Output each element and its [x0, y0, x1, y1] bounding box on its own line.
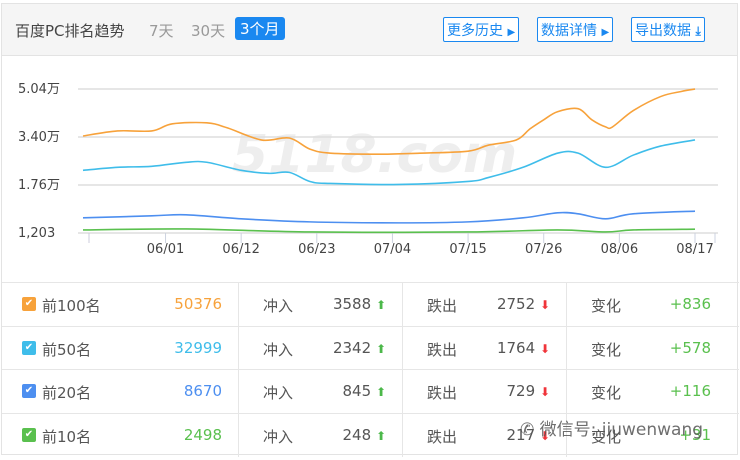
ranking-trend-panel: 百度PC排名趋势 7天 30天 3个月 更多历史 ▶ 数据详情 ▶ 导出数据 ⤓… — [1, 3, 739, 457]
change-cell: 变化 +578 — [567, 327, 739, 370]
arrow-up-icon: ⬆ — [375, 385, 386, 399]
series-checkbox[interactable]: ✔ — [22, 384, 36, 398]
series-line-前20名 — [82, 210, 696, 224]
x-tick-label: 07/04 — [374, 242, 411, 257]
in-value-wrap: 845 ⬆ — [343, 382, 386, 400]
in-value-wrap: 248 ⬆ — [343, 426, 386, 444]
panel-title: 百度PC排名趋势 — [15, 22, 125, 40]
x-tick-label: 08/06 — [601, 242, 638, 257]
range-3m[interactable]: 3个月 — [235, 17, 285, 40]
y-tick-label: 1,203 — [18, 226, 55, 241]
x-tick-label: 06/01 — [147, 242, 184, 257]
tier-label: 前50名 — [42, 340, 92, 359]
overlay-watermark: ✆ 微信号: jiuwenwang — [520, 415, 703, 440]
download-icon: ⤓ — [695, 24, 701, 38]
in-label: 冲入 — [263, 384, 294, 402]
data-details-label: 数据详情 — [541, 23, 597, 39]
overlay-watermark-text: 微信号: jiuwenwang — [539, 420, 704, 440]
tier-total: 50376 — [174, 295, 222, 313]
range-7d[interactable]: 7天 — [149, 20, 174, 41]
arrow-up-icon: ⬆ — [375, 341, 386, 356]
y-tick-label: 5.04万 — [18, 82, 60, 97]
stats-row: ✔ 前20名 8670 冲入 845 ⬆ 跌出 729 ⬇ 变化 +116 — [2, 369, 739, 413]
in-cell: 冲入 3588 ⬆ — [239, 283, 403, 326]
panel-header: 百度PC排名趋势 7天 30天 3个月 更多历史 ▶ 数据详情 ▶ 导出数据 ⤓ — [2, 4, 737, 56]
trend-chart: 5118.com 1,203 1.76万 3.40万 5.04万 06/01 06/12 0… — [18, 82, 718, 257]
arrow-up-icon: ⬆ — [375, 428, 386, 443]
in-cell: 冲入 2342 ⬆ — [239, 326, 403, 370]
out-label: 跌出 — [427, 297, 458, 315]
series-checkbox[interactable]: ✔ — [22, 427, 36, 442]
in-cell: 冲入 248 ⬆ — [239, 413, 403, 457]
change-value: +836 — [669, 295, 711, 313]
in-label: 冲入 — [263, 297, 294, 315]
out-label: 跌出 — [427, 340, 458, 359]
export-data-label: 导出数据 — [635, 23, 691, 39]
change-label: 变化 — [591, 384, 622, 402]
out-value: 1764 — [496, 338, 536, 357]
change-cell: 变化 +116 — [567, 370, 739, 413]
change-value: +578 — [669, 338, 711, 357]
tier-label: 前100名 — [42, 297, 101, 315]
change-cell: 变化 +836 — [567, 283, 739, 326]
in-label: 冲入 — [263, 340, 294, 359]
out-label: 跌出 — [427, 427, 458, 446]
wechat-icon: ✆ — [520, 420, 535, 440]
tier-label: 前20名 — [42, 384, 92, 402]
chart-watermark: 5118.com — [232, 125, 517, 185]
x-tick-label: 07/15 — [449, 242, 486, 257]
tier-cell: ✔ 前100名 50376 — [2, 283, 239, 326]
out-cell: 跌出 729 ⬇ — [403, 370, 567, 413]
change-value: +116 — [669, 382, 711, 400]
y-tick-label: 3.40万 — [18, 130, 60, 145]
range-30d[interactable]: 30天 — [191, 20, 225, 41]
out-value-wrap: 729 ⬇ — [507, 382, 550, 400]
in-label: 冲入 — [263, 427, 294, 446]
tier-cell: ✔ 前50名 32999 — [2, 326, 239, 370]
y-tick-label: 1.76万 — [18, 178, 60, 193]
arrow-down-icon: ⬇ — [539, 298, 550, 312]
out-cell: 跌出 1764 ⬇ — [403, 326, 567, 370]
in-value: 3588 — [332, 295, 372, 313]
in-value-wrap: 2342 ⬆ — [333, 339, 386, 357]
tier-total: 32999 — [174, 338, 222, 357]
data-details-button[interactable]: 数据详情 ▶ — [537, 17, 614, 42]
stats-row: ✔ 前50名 32999 冲入 2342 ⬆ 跌出 1764 ⬇ 变化 +578 — [2, 325, 739, 370]
out-value-wrap: 1764 ⬇ — [497, 339, 550, 357]
in-value: 845 — [342, 382, 372, 400]
in-cell: 冲入 845 ⬆ — [239, 370, 403, 413]
x-tick-label: 07/26 — [525, 242, 562, 257]
series-checkbox[interactable]: ✔ — [22, 340, 36, 355]
in-value: 2342 — [332, 338, 372, 357]
more-history-label: 更多历史 — [447, 23, 503, 39]
x-tick-label: 06/12 — [222, 242, 259, 257]
tier-total: 2498 — [183, 425, 222, 444]
in-value: 248 — [342, 425, 372, 444]
out-label: 跌出 — [427, 384, 458, 402]
tier-cell: ✔ 前10名 2498 — [2, 413, 239, 457]
change-label: 变化 — [591, 340, 622, 359]
out-value: 2752 — [496, 295, 536, 313]
more-history-button[interactable]: 更多历史 ▶ — [443, 17, 520, 42]
tier-total: 8670 — [183, 382, 222, 400]
tier-cell: ✔ 前20名 8670 — [2, 370, 239, 413]
arrow-up-icon: ⬆ — [375, 298, 386, 312]
tier-label: 前10名 — [42, 427, 92, 446]
series-line-前10名 — [82, 228, 696, 234]
export-data-button[interactable]: 导出数据 ⤓ — [631, 17, 705, 42]
out-value-wrap: 2752 ⬇ — [497, 295, 550, 313]
in-value-wrap: 3588 ⬆ — [333, 295, 386, 313]
x-tick-label: 08/17 — [676, 242, 713, 257]
out-cell: 跌出 2752 ⬇ — [403, 283, 567, 326]
caret-right-icon: ▶ — [601, 27, 610, 38]
arrow-down-icon: ⬇ — [539, 341, 550, 356]
change-label: 变化 — [591, 297, 622, 315]
out-value: 729 — [506, 382, 536, 400]
caret-right-icon: ▶ — [507, 27, 516, 38]
x-tick-label: 06/23 — [298, 242, 335, 257]
arrow-down-icon: ⬇ — [539, 385, 550, 399]
stats-row: ✔ 前100名 50376 冲入 3588 ⬆ 跌出 2752 ⬇ 变化 +83… — [2, 282, 739, 326]
series-checkbox[interactable]: ✔ — [22, 297, 36, 311]
